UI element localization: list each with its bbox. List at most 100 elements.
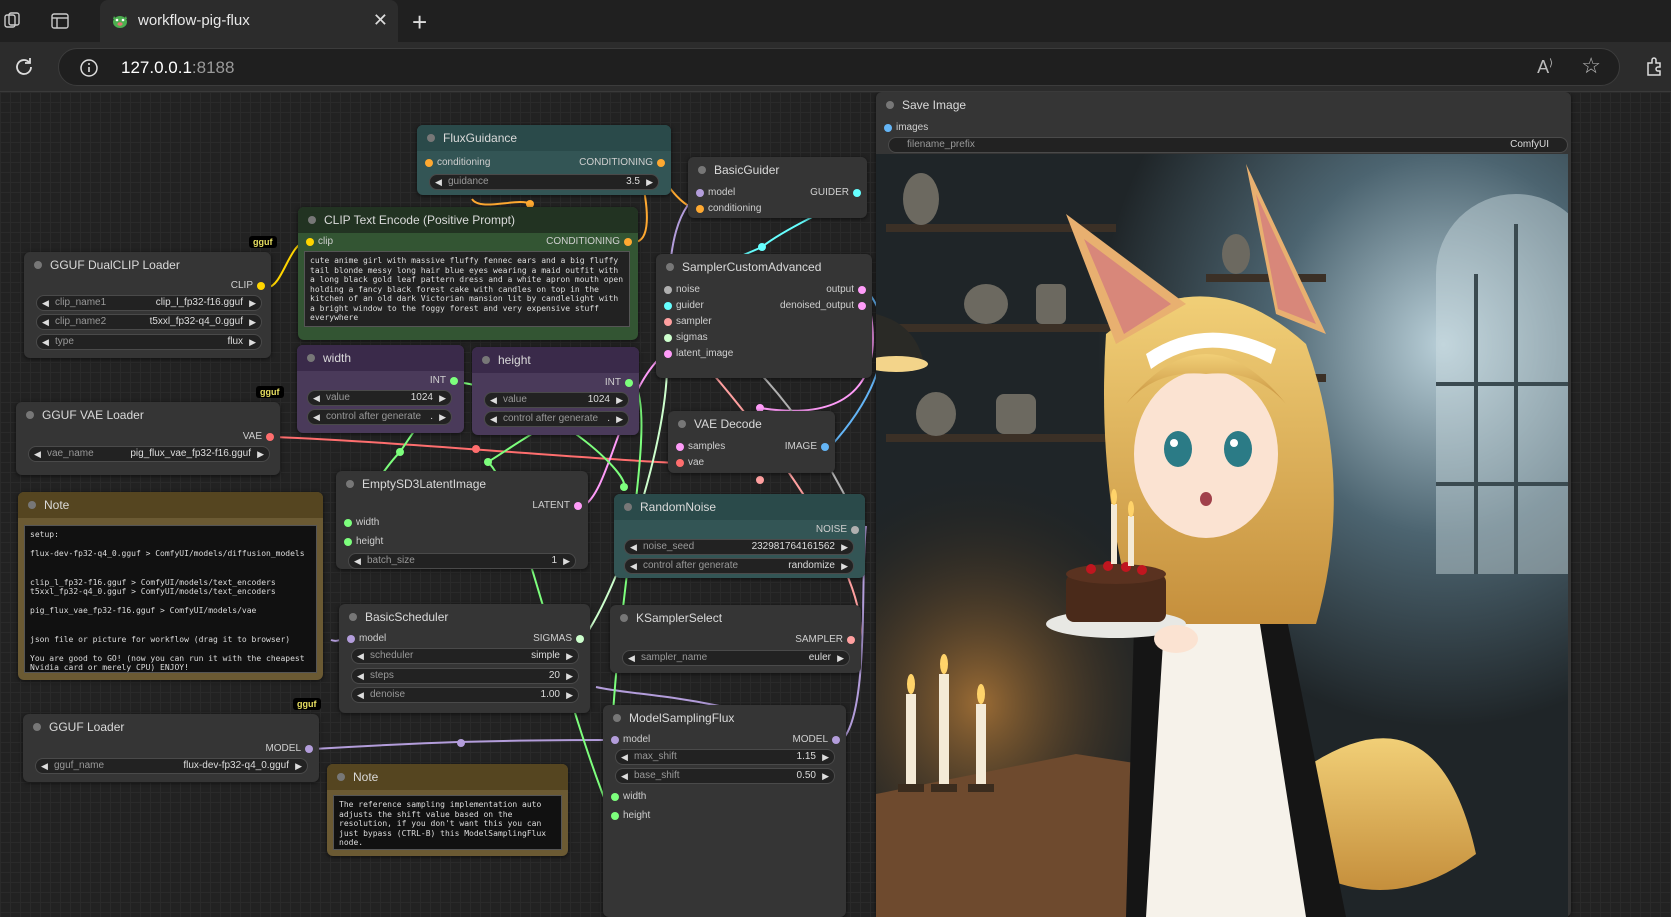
output-noise[interactable]: NOISE <box>816 523 863 537</box>
input-samples[interactable]: samples <box>672 440 725 454</box>
input-conditioning[interactable]: conditioning <box>692 202 761 216</box>
input-latent-image[interactable]: latent_image <box>660 347 733 361</box>
gguf-name-combo[interactable]: ◀ gguf_name flux-dev-fp32-q4_0.gguf ▶ <box>35 758 308 774</box>
note-node-setup[interactable]: Note setup: flux-dev-fp32-q4_0.gguf > Co… <box>18 492 323 680</box>
node-title[interactable]: Save Image <box>876 92 1571 118</box>
increment-icon[interactable]: ▶ <box>841 540 848 554</box>
port[interactable] <box>664 286 672 294</box>
note-textarea[interactable]: setup: flux-dev-fp32-q4_0.gguf > ComfyUI… <box>24 525 317 673</box>
decrement-icon[interactable]: ◀ <box>435 175 442 189</box>
collapse-dot[interactable] <box>308 216 316 224</box>
output-image[interactable]: IMAGE <box>785 440 833 454</box>
new-tab-icon[interactable]: + <box>412 7 427 38</box>
empty-sd3-latent-image-node[interactable]: EmptySD3LatentImage LATENT width height … <box>336 471 588 569</box>
next-icon[interactable]: ▶ <box>841 559 848 573</box>
node-title[interactable]: RandomNoise <box>614 494 865 520</box>
port[interactable] <box>344 538 352 546</box>
output-conditioning[interactable]: CONDITIONING <box>546 235 636 249</box>
collapse-dot[interactable] <box>666 263 674 271</box>
output-latent[interactable]: LATENT <box>532 499 586 513</box>
prev-icon[interactable]: ◀ <box>42 315 49 329</box>
collapse-dot[interactable] <box>26 411 34 419</box>
note-textarea[interactable]: The reference sampling implementation au… <box>333 795 562 850</box>
guidance-widget[interactable]: ◀ guidance 3.5 ▶ <box>429 174 659 190</box>
node-title[interactable]: EmptySD3LatentImage <box>336 471 588 497</box>
increment-icon[interactable]: ▶ <box>439 391 446 405</box>
sampler-name-combo[interactable]: ◀ sampler_name euler ▶ <box>622 650 850 666</box>
decrement-icon[interactable]: ◀ <box>490 393 497 407</box>
collapse-dot[interactable] <box>33 723 41 731</box>
prev-icon[interactable]: ◀ <box>42 335 49 349</box>
increment-icon[interactable]: ▶ <box>822 769 829 783</box>
next-icon[interactable]: ▶ <box>257 447 264 461</box>
input-noise[interactable]: noise <box>660 283 700 297</box>
output-output[interactable]: output <box>826 283 870 297</box>
scheduler-combo[interactable]: ◀ scheduler simple ▶ <box>351 648 579 664</box>
port[interactable] <box>664 334 672 342</box>
gguf-loader-node[interactable]: GGUF Loader MODEL ◀ gguf_name flux-dev-fp3… <box>23 714 319 782</box>
next-icon[interactable]: ▶ <box>566 649 573 663</box>
max-shift-widget[interactable]: ◀ max_shift 1.15 ▶ <box>615 749 835 765</box>
width-control-combo[interactable]: ◀ control after generate. ▶ <box>307 409 452 425</box>
node-title[interactable]: GGUF Loader <box>23 714 319 740</box>
next-icon[interactable]: ▶ <box>249 296 256 310</box>
increment-icon[interactable]: ▶ <box>616 393 623 407</box>
port[interactable] <box>858 302 866 310</box>
note-node-sampling[interactable]: Note The reference sampling implementati… <box>327 764 568 856</box>
port[interactable] <box>884 124 892 132</box>
port[interactable] <box>832 736 840 744</box>
denoise-widget[interactable]: ◀ denoise 1.00 ▶ <box>351 687 579 703</box>
output-clip[interactable]: CLIP <box>231 279 269 293</box>
next-icon[interactable]: ▶ <box>249 315 256 329</box>
node-title[interactable]: GGUF VAE Loader <box>16 402 280 428</box>
next-icon[interactable]: ▶ <box>837 651 844 665</box>
node-title[interactable]: width <box>297 345 464 371</box>
port[interactable] <box>676 443 684 451</box>
next-icon[interactable]: ▶ <box>439 410 446 424</box>
url-field[interactable]: 127.0.0.1:8188 A⟩ ☆ <box>58 48 1620 86</box>
collapse-dot[interactable] <box>28 501 36 509</box>
output-vae[interactable]: VAE <box>243 430 278 444</box>
output-conditioning[interactable]: CONDITIONING <box>579 156 669 170</box>
collapse-dot[interactable] <box>337 773 345 781</box>
port[interactable] <box>664 350 672 358</box>
input-width[interactable]: width <box>340 516 379 530</box>
next-icon[interactable]: ▶ <box>249 335 256 349</box>
collapse-dot[interactable] <box>624 503 632 511</box>
port[interactable] <box>344 519 352 527</box>
prev-icon[interactable]: ◀ <box>490 412 497 426</box>
node-title[interactable]: height <box>472 347 639 373</box>
extensions-icon[interactable] <box>1644 55 1666 77</box>
basic-guider-node[interactable]: BasicGuider model conditioning GUIDER <box>688 157 867 218</box>
port[interactable] <box>611 793 619 801</box>
collapse-dot[interactable] <box>613 714 621 722</box>
prev-icon[interactable]: ◀ <box>34 447 41 461</box>
port[interactable] <box>821 443 829 451</box>
prev-icon[interactable]: ◀ <box>357 649 364 663</box>
increment-icon[interactable]: ▶ <box>646 175 653 189</box>
port[interactable] <box>611 812 619 820</box>
port[interactable] <box>664 318 672 326</box>
collapse-dot[interactable] <box>427 134 435 142</box>
port[interactable] <box>657 159 665 167</box>
port[interactable] <box>664 302 672 310</box>
input-height[interactable]: height <box>607 809 650 823</box>
output-guider[interactable]: GUIDER <box>810 186 865 200</box>
prev-icon[interactable]: ◀ <box>313 410 320 424</box>
steps-widget[interactable]: ◀ steps 20 ▶ <box>351 668 579 684</box>
increment-icon[interactable]: ▶ <box>566 688 573 702</box>
collapse-dot[interactable] <box>886 101 894 109</box>
port[interactable] <box>347 635 355 643</box>
increment-icon[interactable]: ▶ <box>822 750 829 764</box>
input-conditioning[interactable]: conditioning <box>421 156 490 170</box>
tab-actions-icon[interactable] <box>50 11 70 31</box>
node-title[interactable]: KSamplerSelect <box>610 605 861 631</box>
collapse-dot[interactable] <box>34 261 42 269</box>
collapse-dot[interactable] <box>307 354 315 362</box>
gguf-dualclip-loader-node[interactable]: GGUF DualCLIP Loader CLIP ◀ clip_name1 cli… <box>24 252 271 358</box>
node-canvas[interactable]: FluxGuidance conditioning CONDITIONING ◀… <box>0 92 1671 917</box>
output-denoised[interactable]: denoised_output <box>780 299 870 313</box>
port[interactable] <box>425 159 433 167</box>
input-model[interactable]: model <box>692 186 735 200</box>
input-images[interactable]: images <box>880 121 928 135</box>
